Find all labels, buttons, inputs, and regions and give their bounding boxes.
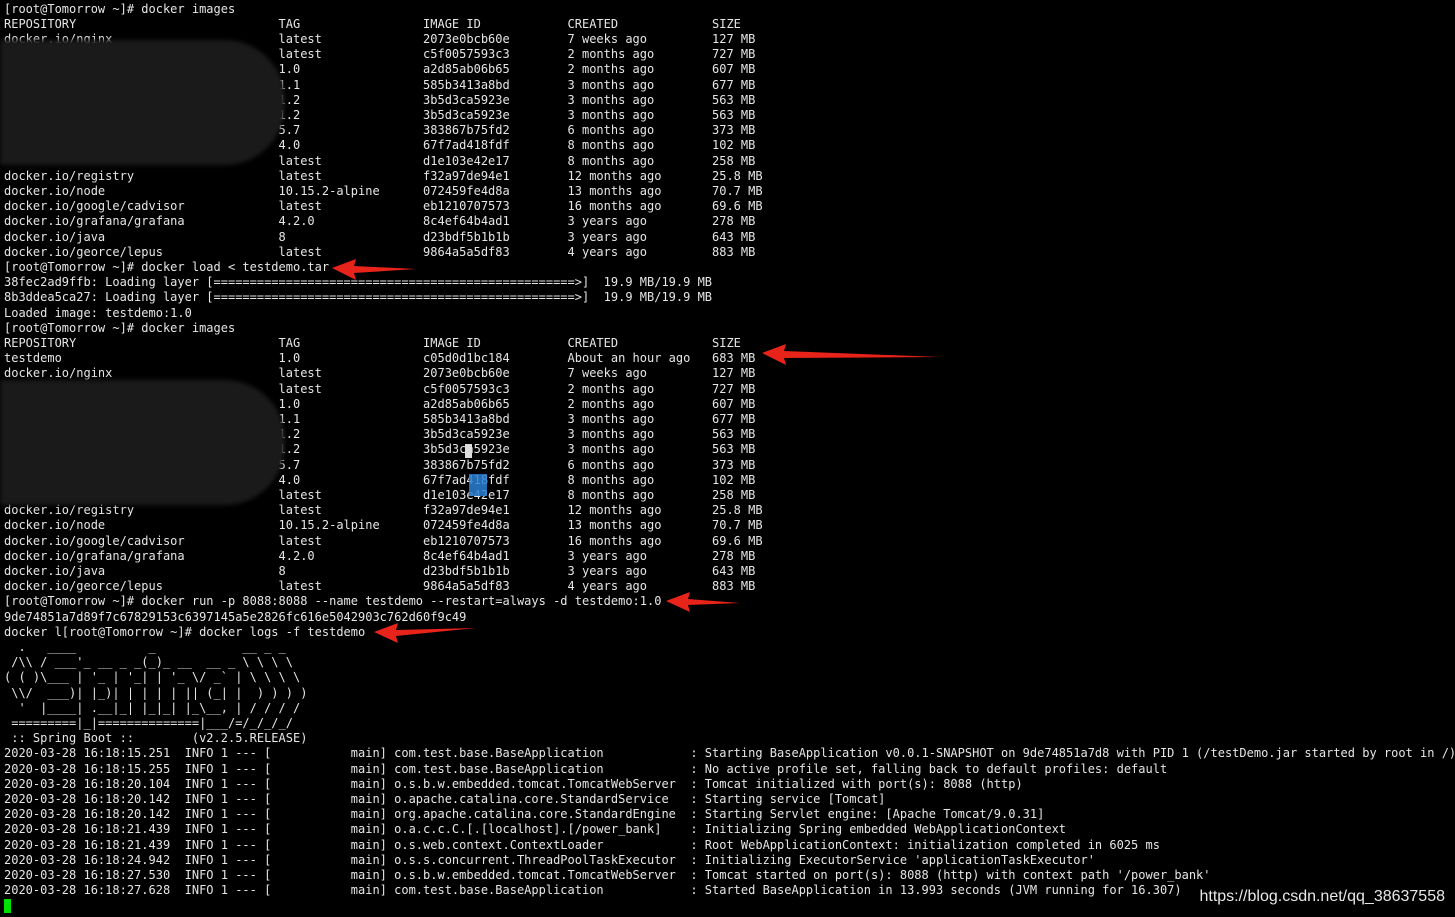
arrow-icon (374, 623, 476, 643)
terminal-cursor (4, 899, 11, 913)
watermark: https://blog.csdn.net/qq_38637558 (1199, 888, 1445, 905)
arrow-icon (332, 259, 416, 280)
annotation-arrows (332, 259, 940, 643)
arrow-icon (762, 344, 940, 365)
arrow-icon (666, 592, 740, 612)
